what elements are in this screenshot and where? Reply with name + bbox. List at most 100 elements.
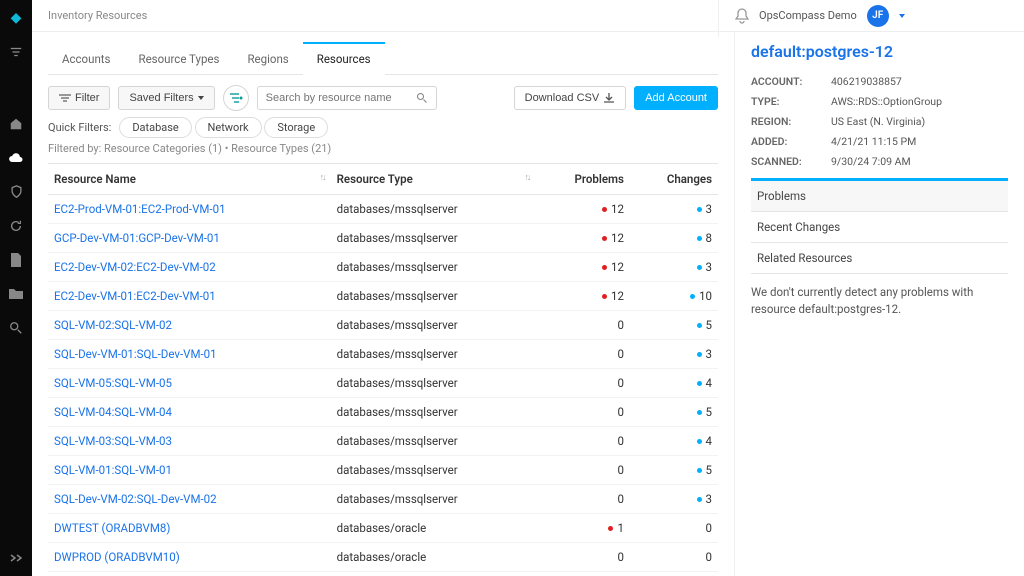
change-dot-icon bbox=[697, 323, 702, 328]
org-name[interactable]: OpsCompass Demo bbox=[759, 9, 857, 22]
search-box[interactable] bbox=[257, 86, 437, 110]
nav-rail: ◆ bbox=[0, 0, 32, 576]
table-row[interactable]: APPDBDEV (ORADBVM4)databases/oracle30 bbox=[48, 572, 718, 576]
changes-cell: 3 bbox=[630, 195, 718, 224]
col-problems[interactable]: Problems bbox=[535, 164, 630, 195]
filter-button[interactable]: Filter bbox=[48, 86, 110, 110]
table-row[interactable]: EC2-Dev-VM-01:EC2-Dev-VM-01databases/mss… bbox=[48, 282, 718, 311]
home-icon[interactable] bbox=[8, 116, 24, 132]
saved-filters-button[interactable]: Saved Filters bbox=[118, 86, 214, 110]
change-dot-icon bbox=[690, 294, 695, 299]
changes-cell: 5 bbox=[630, 456, 718, 485]
logo-icon[interactable]: ◆ bbox=[8, 10, 24, 26]
resource-type-cell: databases/mssqlserver bbox=[331, 195, 536, 224]
detail-added-value: 4/21/21 11:15 PM bbox=[831, 135, 916, 148]
table-row[interactable]: SQL-VM-02:SQL-VM-02databases/mssqlserver… bbox=[48, 311, 718, 340]
detail-account-label: ACCOUNT: bbox=[751, 75, 831, 88]
resource-link[interactable]: EC2-Dev-VM-01:EC2-Dev-VM-01 bbox=[54, 289, 216, 303]
changes-cell: 10 bbox=[630, 282, 718, 311]
problems-cell: 0 bbox=[535, 398, 630, 427]
resource-type-cell: databases/mssqlserver bbox=[331, 398, 536, 427]
search-rail-icon[interactable] bbox=[8, 320, 24, 336]
problem-dot-icon bbox=[608, 526, 613, 531]
detail-title: default:postgres-12 bbox=[751, 42, 1008, 61]
add-account-button[interactable]: Add Account bbox=[634, 86, 718, 110]
top-bar: Inventory Resources OpsCompass Demo JF bbox=[32, 0, 1024, 32]
problems-cell: 12 bbox=[535, 224, 630, 253]
tab-resource-types[interactable]: Resource Types bbox=[125, 42, 234, 74]
detail-tab-problems[interactable]: Problems bbox=[751, 181, 1008, 212]
changes-cell: 4 bbox=[630, 369, 718, 398]
document-icon[interactable] bbox=[8, 252, 24, 268]
tab-regions[interactable]: Regions bbox=[233, 42, 302, 74]
resource-link[interactable]: GCP-Dev-VM-01:GCP-Dev-VM-01 bbox=[54, 231, 220, 245]
changes-cell: 8 bbox=[630, 224, 718, 253]
account-menu-caret[interactable] bbox=[899, 14, 905, 18]
search-input[interactable] bbox=[266, 92, 410, 104]
detail-tab-recent-changes[interactable]: Recent Changes bbox=[751, 212, 1008, 243]
table-row[interactable]: GCP-Dev-VM-01:GCP-Dev-VM-01 databases/mss… bbox=[48, 224, 718, 253]
resource-link[interactable]: SQL-VM-05:SQL-VM-05 bbox=[54, 376, 172, 390]
caret-down-icon bbox=[198, 96, 204, 100]
add-account-label: Add Account bbox=[645, 92, 707, 104]
detail-region-label: REGION: bbox=[751, 115, 831, 128]
shield-icon[interactable] bbox=[8, 184, 24, 200]
changes-cell: 3 bbox=[630, 485, 718, 514]
col-changes[interactable]: Changes bbox=[630, 164, 718, 195]
tab-resources[interactable]: Resources bbox=[303, 42, 385, 75]
chip-database[interactable]: Database bbox=[119, 117, 191, 138]
table-row[interactable]: EC2-Prod-VM-01:EC2-Prod-VM-01 databases/m… bbox=[48, 195, 718, 224]
resource-type-cell: databases/oracle bbox=[331, 543, 536, 572]
breadcrumb: Inventory Resources bbox=[48, 9, 147, 22]
resource-type-cell: databases/mssqlserver bbox=[331, 224, 536, 253]
table-row[interactable]: SQL-Dev-VM-02:SQL-Dev-VM-02 databases/mss… bbox=[48, 485, 718, 514]
table-row[interactable]: SQL-Dev-VM-01:SQL-Dev-VM-01databases/mss… bbox=[48, 340, 718, 369]
quick-filters: Quick Filters: Database Network Storage bbox=[48, 121, 718, 134]
table-row[interactable]: SQL-VM-05:SQL-VM-05databases/mssqlserver… bbox=[48, 369, 718, 398]
col-name[interactable]: Resource Name↑↓ bbox=[48, 164, 331, 195]
avatar[interactable]: JF bbox=[867, 5, 889, 27]
col-type[interactable]: Resource Type↑↓ bbox=[331, 164, 536, 195]
download-csv-button[interactable]: Download CSV bbox=[514, 86, 627, 110]
bell-icon[interactable] bbox=[735, 8, 749, 24]
resource-type-cell: databases/mssqlserver bbox=[331, 485, 536, 514]
change-dot-icon bbox=[697, 439, 702, 444]
resource-link[interactable]: SQL-VM-04:SQL-VM-04 bbox=[54, 405, 172, 419]
resource-link[interactable]: EC2-Dev-VM-02:EC2-Dev-VM-02 bbox=[54, 260, 216, 274]
cloud-icon[interactable] bbox=[8, 150, 24, 166]
resource-link[interactable]: SQL-VM-03:SQL-VM-03 bbox=[54, 434, 172, 448]
table-row[interactable]: SQL-VM-01:SQL-VM-01databases/mssqlserver… bbox=[48, 456, 718, 485]
resource-link[interactable]: SQL-VM-02:SQL-VM-02 bbox=[54, 318, 172, 332]
detail-scanned-value: 9/30/24 7:09 AM bbox=[831, 155, 911, 168]
tab-accounts[interactable]: Accounts bbox=[48, 42, 125, 74]
folder-icon[interactable] bbox=[8, 286, 24, 302]
table-row[interactable]: SQL-VM-03:SQL-VM-03databases/mssqlserver… bbox=[48, 427, 718, 456]
table-row[interactable]: SQL-VM-04:SQL-VM-04 databases/mssqlserver… bbox=[48, 398, 718, 427]
chip-network[interactable]: Network bbox=[195, 117, 262, 138]
detail-account-value: 406219038857 bbox=[831, 75, 902, 88]
detail-message: We don't currently detect any problems w… bbox=[751, 274, 1008, 329]
expand-rail-icon[interactable] bbox=[8, 550, 24, 566]
resource-link[interactable]: DWTEST (ORADBVM8) bbox=[54, 521, 170, 535]
saved-filter-icon-button[interactable] bbox=[223, 85, 249, 111]
change-dot-icon bbox=[697, 265, 702, 270]
filter-rail-icon[interactable] bbox=[8, 44, 24, 60]
detail-tab-related-resources[interactable]: Related Resources bbox=[751, 243, 1008, 274]
detail-type-value: AWS::RDS::OptionGroup bbox=[831, 95, 942, 108]
resource-type-cell: databases/oracle bbox=[331, 514, 536, 543]
resource-link[interactable]: EC2-Prod-VM-01:EC2-Prod-VM-01 bbox=[54, 202, 226, 216]
resource-link[interactable]: SQL-Dev-VM-02:SQL-Dev-VM-02 bbox=[54, 492, 217, 506]
resource-link[interactable]: SQL-VM-01:SQL-VM-01 bbox=[54, 463, 172, 477]
table-row[interactable]: DWPROD (ORADBVM10)databases/oracle00 bbox=[48, 543, 718, 572]
refresh-icon[interactable] bbox=[8, 218, 24, 234]
chip-storage[interactable]: Storage bbox=[264, 117, 328, 138]
resource-link[interactable]: SQL-Dev-VM-01:SQL-Dev-VM-01 bbox=[54, 347, 217, 361]
resource-type-cell: databases/mssqlserver bbox=[331, 253, 536, 282]
table-row[interactable]: DWTEST (ORADBVM8)databases/oracle10 bbox=[48, 514, 718, 543]
changes-cell: 3 bbox=[630, 253, 718, 282]
problems-cell: 3 bbox=[535, 572, 630, 576]
problems-cell: 12 bbox=[535, 253, 630, 282]
table-row[interactable]: EC2-Dev-VM-02:EC2-Dev-VM-02 databases/mss… bbox=[48, 253, 718, 282]
resource-type-cell: databases/oracle bbox=[331, 572, 536, 576]
resource-link[interactable]: DWPROD (ORADBVM10) bbox=[54, 550, 180, 564]
